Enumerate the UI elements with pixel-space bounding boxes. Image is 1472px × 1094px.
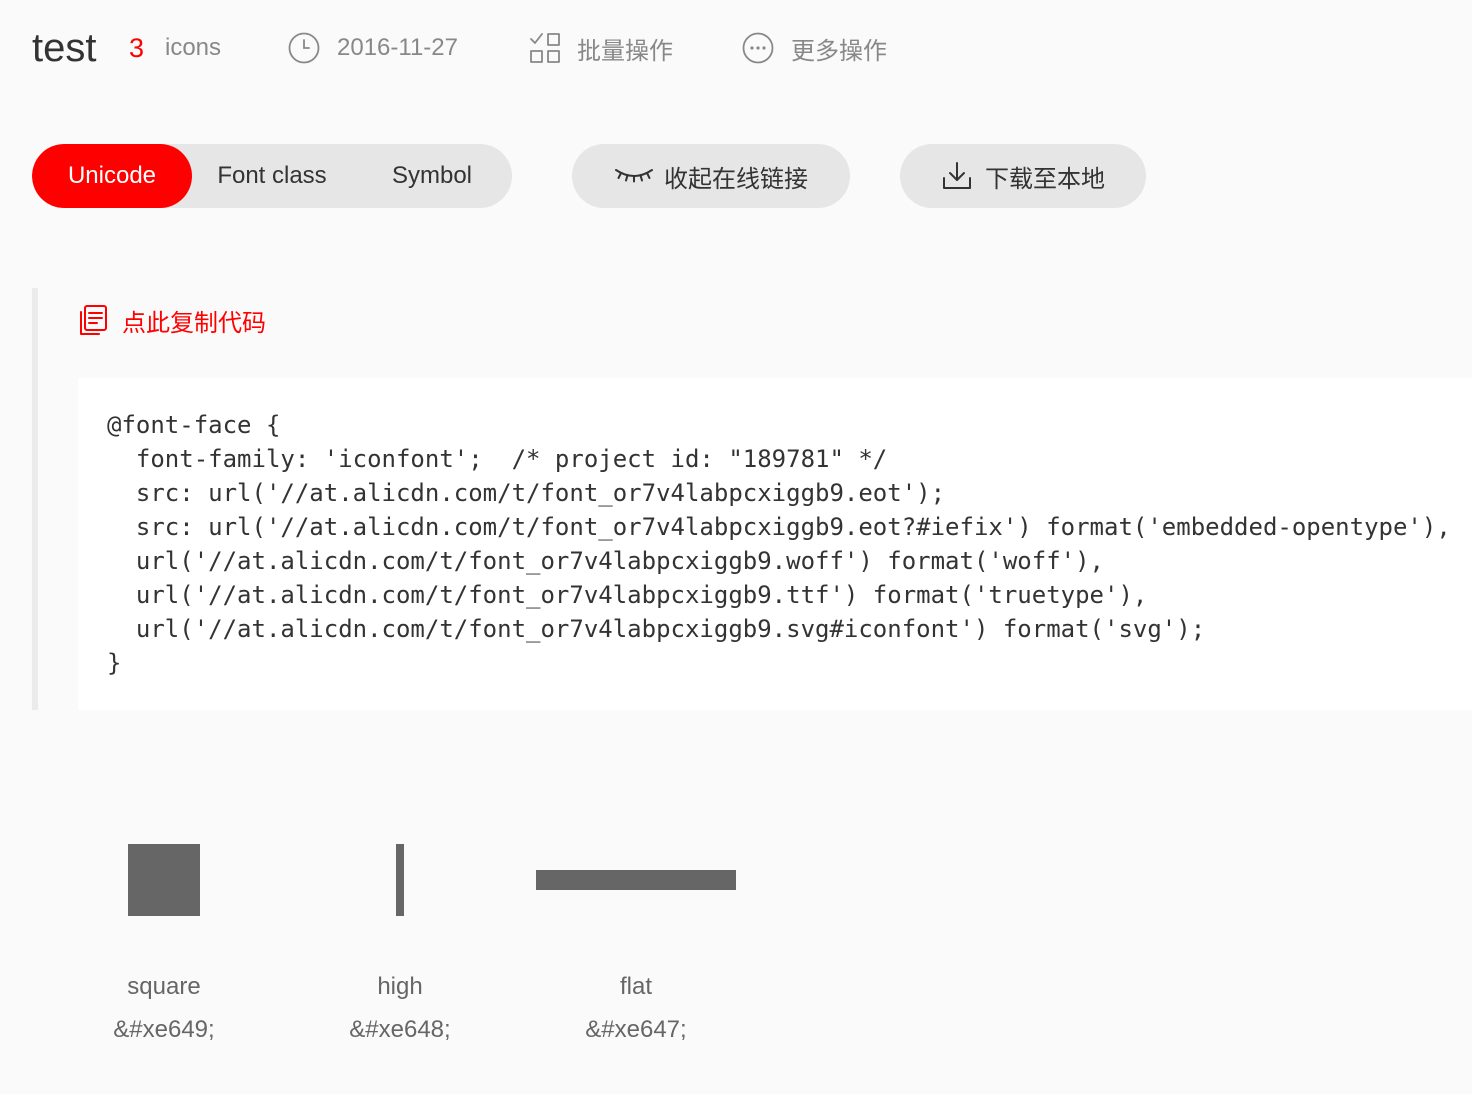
code-line: url('//at.alicdn.com/t/font_or7v4labpcxi… bbox=[107, 615, 1206, 643]
code-line: src: url('//at.alicdn.com/t/font_or7v4la… bbox=[107, 513, 1451, 541]
collapse-online-link-button[interactable]: 收起在线链接 bbox=[572, 144, 850, 208]
code-line: url('//at.alicdn.com/t/font_or7v4labpcxi… bbox=[107, 581, 1148, 609]
tab-symbol[interactable]: Symbol bbox=[352, 144, 512, 208]
download-local-button[interactable]: 下载至本地 bbox=[900, 144, 1146, 208]
batch-grid-icon bbox=[529, 32, 561, 64]
square-glyph-icon bbox=[128, 844, 200, 916]
icon-item-square[interactable]: square &#xe649; bbox=[46, 844, 282, 1048]
eye-closed-icon bbox=[614, 164, 654, 188]
copy-icon bbox=[78, 304, 108, 336]
icon-glyph-area bbox=[282, 844, 518, 916]
icon-count-label: icons bbox=[165, 34, 222, 61]
icon-unicode: &#xe648; bbox=[349, 1016, 451, 1043]
more-dots-icon bbox=[742, 32, 774, 64]
icon-name: high bbox=[377, 973, 423, 1000]
code-line: @font-face { bbox=[107, 411, 281, 439]
more-operation-button[interactable]: 更多操作 bbox=[742, 24, 887, 72]
collapse-online-link-label: 收起在线链接 bbox=[664, 165, 808, 193]
project-header: test 3 icons 2016-11-27 批量操作 更多操作 bbox=[0, 0, 1472, 96]
clock-icon bbox=[288, 32, 320, 64]
code-line: src: url('//at.alicdn.com/t/font_or7v4la… bbox=[107, 479, 946, 507]
icon-item-flat[interactable]: flat &#xe647; bbox=[518, 844, 754, 1048]
icon-unicode: &#xe647; bbox=[585, 1016, 687, 1043]
code-line: } bbox=[107, 649, 122, 677]
download-icon bbox=[941, 160, 973, 192]
icon-list: square &#xe649; high &#xe648; flat &#xe6… bbox=[46, 844, 754, 1048]
copy-code-label: 点此复制代码 bbox=[122, 309, 266, 337]
icon-count: 3 bbox=[129, 33, 145, 63]
font-face-code-section: 点此复制代码 @font-face { font-family: 'iconfo… bbox=[32, 288, 1472, 710]
created-date: 2016-11-27 bbox=[337, 34, 458, 61]
icon-glyph-area bbox=[518, 844, 754, 916]
icon-name: square bbox=[127, 973, 201, 1000]
icon-item-high[interactable]: high &#xe648; bbox=[282, 844, 518, 1048]
batch-operation-button[interactable]: 批量操作 bbox=[529, 24, 673, 72]
code-line: url('//at.alicdn.com/t/font_or7v4labpcxi… bbox=[107, 547, 1104, 575]
icon-glyph-area bbox=[46, 844, 282, 916]
code-line: font-family: 'iconfont'; /* project id: … bbox=[107, 445, 888, 473]
code-block: @font-face { font-family: 'iconfont'; /*… bbox=[78, 378, 1472, 710]
copy-code-button[interactable]: 点此复制代码 bbox=[78, 304, 266, 337]
project-name: test bbox=[32, 26, 97, 70]
tab-unicode[interactable]: Unicode bbox=[32, 144, 192, 208]
more-operation-label: 更多操作 bbox=[791, 37, 887, 65]
code-format-tabs: Unicode Font class Symbol bbox=[32, 144, 512, 208]
batch-operation-label: 批量操作 bbox=[577, 37, 673, 65]
high-bar-glyph-icon bbox=[396, 844, 404, 916]
icon-unicode: &#xe649; bbox=[113, 1016, 215, 1043]
flat-bar-glyph-icon bbox=[536, 870, 736, 890]
icon-name: flat bbox=[619, 973, 652, 1000]
download-local-label: 下载至本地 bbox=[985, 165, 1105, 193]
tab-font-class[interactable]: Font class bbox=[192, 144, 352, 208]
